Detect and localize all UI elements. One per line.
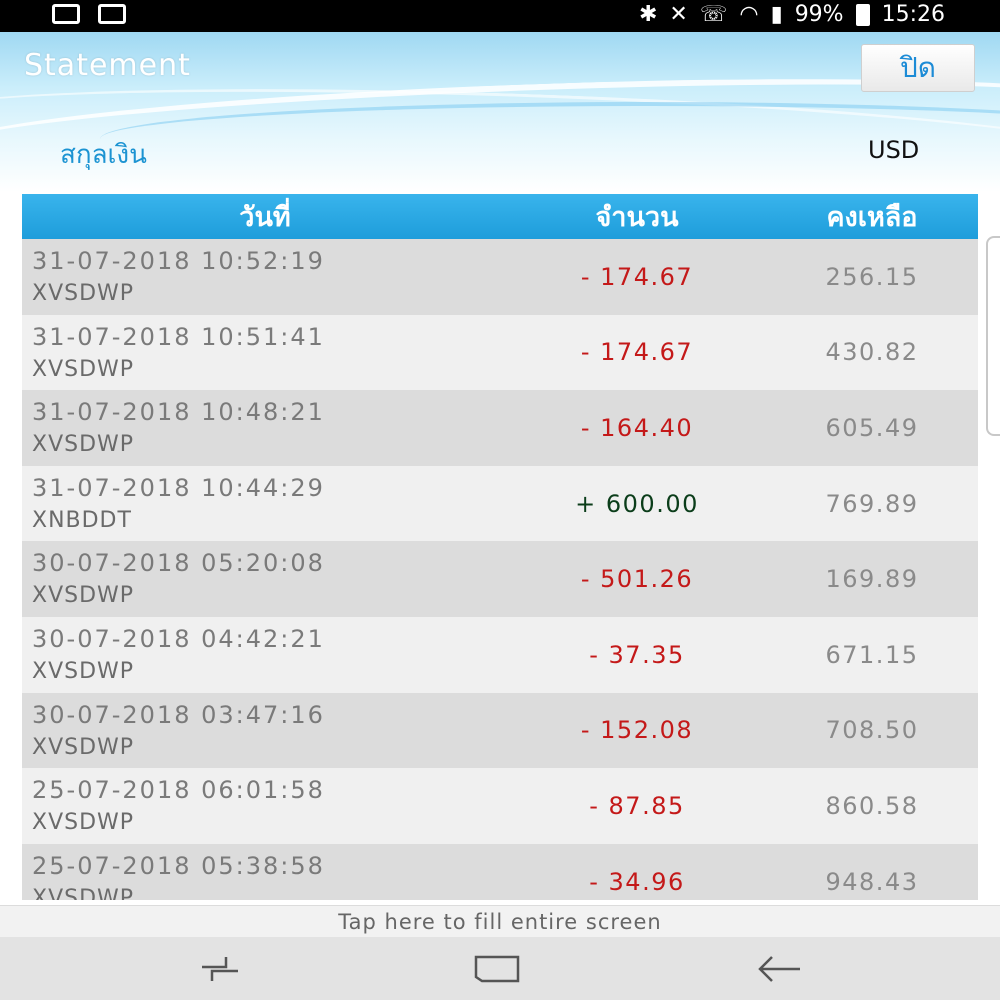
- back-button[interactable]: [750, 949, 810, 989]
- notification-icons: [52, 4, 126, 24]
- transaction-code: XVSDWP: [32, 432, 135, 458]
- mute-icon: ✕: [669, 2, 688, 27]
- transaction-datetime: 30-07-2018 03:47:16: [32, 700, 325, 729]
- balance-cell: 169.89: [825, 565, 919, 594]
- balance-cell: 671.15: [825, 640, 919, 669]
- transaction-datetime: 31-07-2018 10:52:19: [32, 247, 325, 275]
- table-row[interactable]: 30-07-2018 03:47:16 XVSDWP - 152.08 708.…: [22, 692, 978, 769]
- transaction-code: XVSDWP: [32, 658, 135, 684]
- statement-table[interactable]: วันที่ จำนวน คงเหลือ 31-07-2018 10:52:19…: [22, 194, 978, 900]
- table-row[interactable]: 31-07-2018 10:51:41 XVSDWP - 174.67 430.…: [22, 314, 978, 391]
- transaction-datetime: 30-07-2018 04:42:21: [32, 624, 325, 653]
- home-icon: [474, 955, 520, 983]
- transaction-datetime: 25-07-2018 05:38:58: [32, 851, 325, 880]
- currency-label: สกุลเงิน: [60, 140, 147, 170]
- transaction-datetime: 25-07-2018 06:01:58: [32, 776, 325, 805]
- amount-cell: - 501.26: [580, 565, 694, 594]
- amount-cell: - 152.08: [580, 716, 694, 745]
- column-header-date: วันที่: [239, 202, 291, 233]
- status-bar: ✱ ✕ ☏ ◠ ▮ 99% 15:26: [0, 0, 1000, 32]
- table-row[interactable]: 31-07-2018 10:48:21 XVSDWP - 164.40 605.…: [22, 390, 978, 466]
- mail-icon: [52, 4, 80, 24]
- home-button[interactable]: [468, 949, 528, 989]
- navigation-bar: [0, 937, 1000, 1000]
- table-row[interactable]: 31-07-2018 10:52:19 XVSDWP - 174.67 256.…: [22, 239, 978, 315]
- transaction-code: XVSDWP: [32, 356, 135, 382]
- amount-cell: - 37.35: [589, 640, 685, 669]
- table-row[interactable]: 25-07-2018 05:38:58 XVSDWP - 34.96 948.4…: [22, 843, 978, 900]
- amount-cell: + 600.00: [575, 489, 699, 518]
- currency-value: USD: [868, 136, 920, 164]
- fill-screen-bar[interactable]: Tap here to fill entire screen: [0, 905, 1000, 938]
- date-cell: 31-07-2018 10:52:19 XVSDWP: [22, 239, 508, 315]
- battery-icon: [855, 3, 870, 26]
- transaction-code: XVSDWP: [32, 810, 135, 836]
- transaction-code: XVSDWP: [32, 583, 135, 609]
- balance-cell: 256.15: [825, 262, 919, 291]
- wifi-icon: ◠: [739, 2, 759, 27]
- transaction-datetime: 31-07-2018 10:48:21: [32, 398, 325, 427]
- balance-cell: 430.82: [825, 338, 919, 367]
- balance-cell: 708.50: [825, 716, 919, 745]
- battery-percent: 99%: [794, 2, 844, 27]
- clock: 15:26: [881, 2, 945, 27]
- signal-icon: ▮: [770, 2, 783, 27]
- system-icons: ✱ ✕ ☏ ◠ ▮ 99% 15:26: [639, 2, 945, 27]
- date-cell: 31-07-2018 10:48:21 XVSDWP: [22, 390, 508, 466]
- table-row[interactable]: 30-07-2018 05:20:08 XVSDWP - 501.26 169.…: [22, 541, 978, 617]
- statement-header: Statement ปิด สกุลเงิน USD: [0, 32, 1000, 192]
- transaction-datetime: 30-07-2018 05:20:08: [32, 549, 325, 578]
- close-button[interactable]: ปิด: [861, 44, 975, 92]
- date-cell: 30-07-2018 03:47:16 XVSDWP: [22, 693, 508, 769]
- amount-cell: - 87.85: [589, 791, 685, 820]
- amount-cell: - 34.96: [589, 867, 685, 896]
- bluetooth-icon: ✱: [638, 2, 658, 27]
- back-icon: [758, 956, 800, 982]
- wifi-call-icon: ☏: [699, 2, 728, 27]
- recent-apps-button[interactable]: [190, 949, 250, 989]
- recent-apps-icon: [202, 957, 238, 981]
- date-cell: 30-07-2018 04:42:21 XVSDWP: [22, 617, 508, 693]
- balance-cell: 769.89: [825, 489, 919, 518]
- amount-cell: - 174.67: [580, 262, 694, 291]
- date-cell: 25-07-2018 06:01:58 XVSDWP: [22, 768, 508, 844]
- date-cell: 31-07-2018 10:44:29 XNBDDT: [22, 466, 508, 542]
- balance-cell: 948.43: [825, 867, 919, 896]
- table-row[interactable]: 25-07-2018 06:01:58 XVSDWP - 87.85 860.5…: [22, 768, 978, 844]
- edge-panel-handle[interactable]: [986, 236, 1000, 436]
- transaction-datetime: 31-07-2018 10:44:29: [32, 473, 325, 502]
- balance-cell: 860.58: [825, 791, 919, 820]
- transaction-code: XVSDWP: [32, 885, 135, 900]
- table-header: วันที่ จำนวน คงเหลือ: [22, 194, 978, 239]
- page-title: Statement: [24, 48, 191, 83]
- amount-cell: - 164.40: [580, 413, 694, 442]
- table-row[interactable]: 30-07-2018 04:42:21 XVSDWP - 37.35 671.1…: [22, 616, 978, 693]
- transaction-code: XVSDWP: [32, 281, 135, 306]
- transaction-code: XNBDDT: [32, 507, 132, 533]
- transaction-datetime: 31-07-2018 10:51:41: [32, 322, 325, 351]
- table-row[interactable]: 31-07-2018 10:44:29 XNBDDT + 600.00 769.…: [22, 465, 978, 542]
- date-cell: 30-07-2018 05:20:08 XVSDWP: [22, 541, 508, 617]
- transaction-code: XVSDWP: [32, 734, 135, 760]
- inbox-icon: [98, 4, 126, 24]
- column-header-balance: คงเหลือ: [826, 202, 918, 233]
- balance-cell: 605.49: [825, 413, 919, 442]
- amount-cell: - 174.67: [580, 338, 694, 367]
- date-cell: 25-07-2018 05:38:58 XVSDWP: [22, 844, 508, 900]
- column-header-amount: จำนวน: [595, 202, 679, 233]
- date-cell: 31-07-2018 10:51:41 XVSDWP: [22, 315, 508, 391]
